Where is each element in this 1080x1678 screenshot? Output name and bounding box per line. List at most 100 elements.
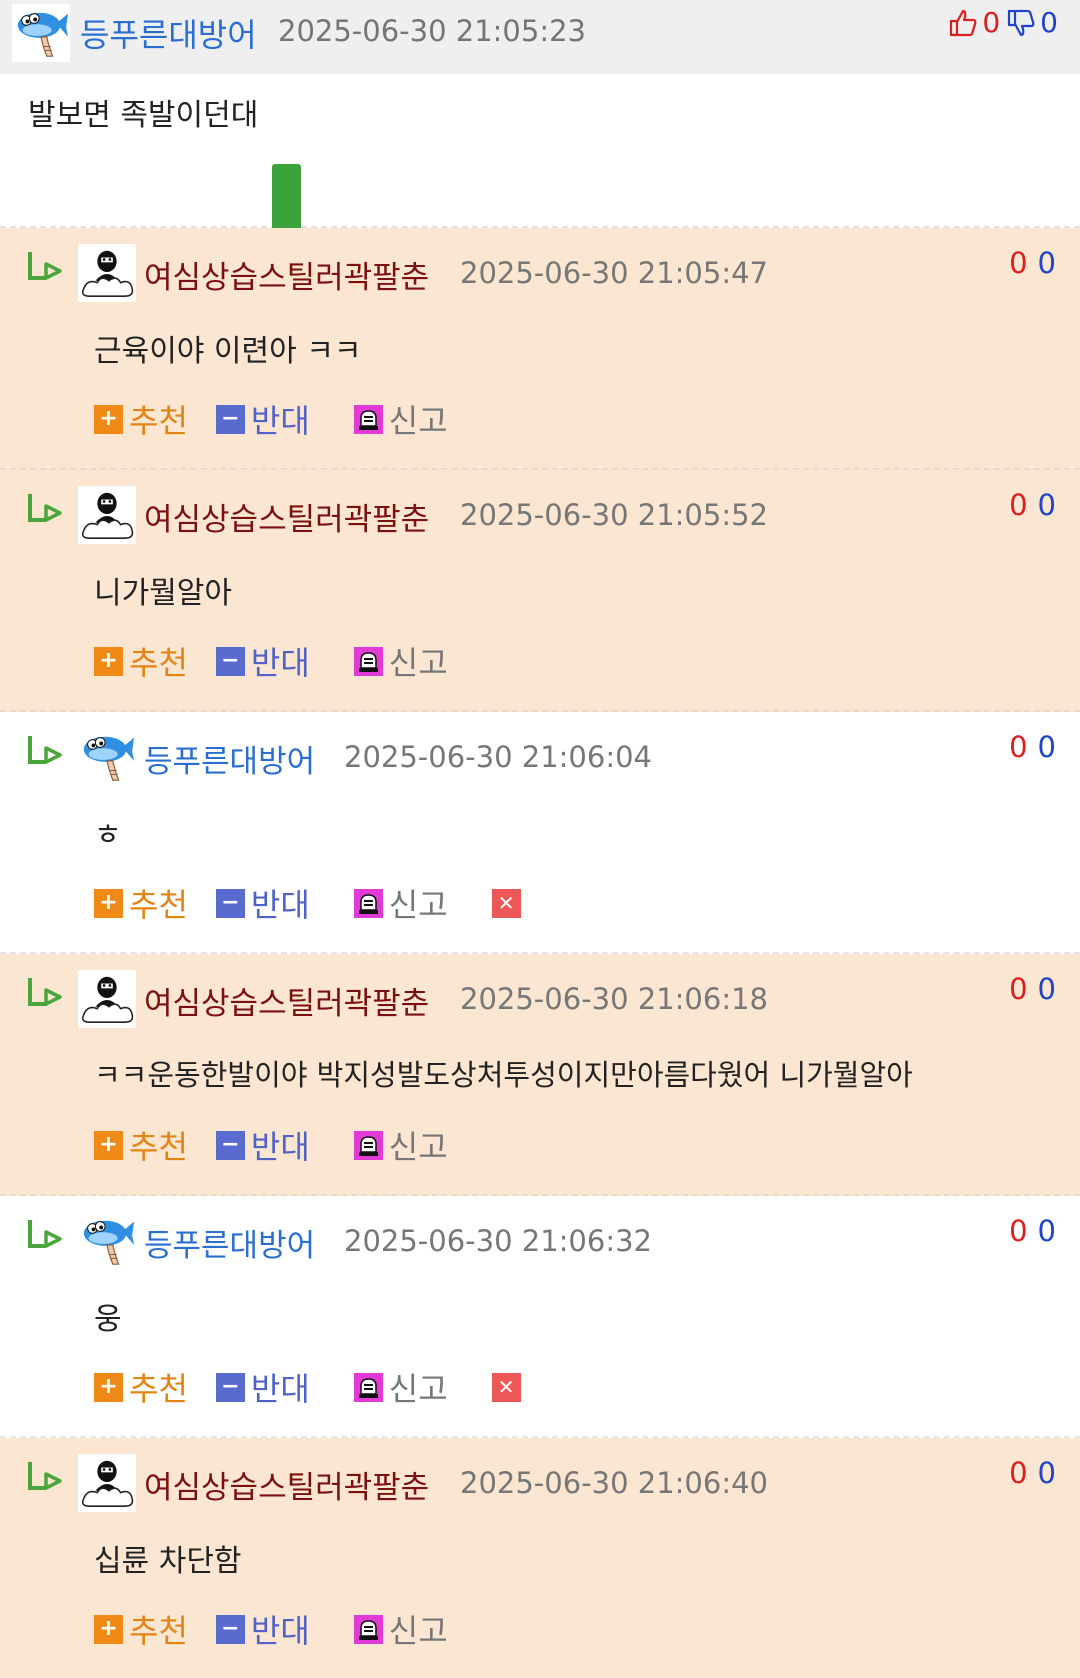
reply-actions: + 추천 − 반대 신고 ✕ [94,1364,527,1410]
reply-down-count[interactable]: 0 [1038,246,1056,280]
reply-down-count[interactable]: 0 [1038,1456,1056,1490]
author-avatar[interactable] [12,4,70,62]
reply-author[interactable]: 여심상습스틸러곽팔춘 [144,978,429,1023]
reply-author[interactable]: 여심상습스틸러곽팔춘 [144,1462,429,1507]
siren-icon [354,647,383,676]
reply-votes: 00 [1005,972,1056,1006]
thumbs-down-icon [1008,9,1035,36]
reply-item: 여심상습스틸러곽팔춘 2025-06-30 21:06:40 00 십륜 차단함… [0,1438,1080,1678]
reply-up-count[interactable]: 0 [1009,246,1027,280]
report-label: 신고 [388,402,448,440]
recommend-button[interactable]: + 추천 [94,1364,188,1410]
report-button[interactable]: 신고 [354,396,448,442]
post-down-count: 0 [1040,6,1058,39]
reply-item: 여심상습스틸러곽팔춘 2025-06-30 21:05:47 00 근육이야 이… [0,228,1080,470]
reply-item: 등푸른대방어 2025-06-30 21:06:32 00 웅 + 추천 − 반대 … [0,1196,1080,1438]
reply-down-count[interactable]: 0 [1038,488,1056,522]
recommend-label: 추천 [129,1612,188,1650]
thumbs-up-icon [950,9,977,36]
reply-author[interactable]: 여심상습스틸러곽팔춘 [144,494,429,539]
report-label: 신고 [388,644,448,682]
reply-up-count[interactable]: 0 [1009,1456,1027,1490]
reply-author[interactable]: 등푸른대방어 [144,736,315,781]
recommend-label: 추천 [129,886,188,924]
author-avatar[interactable] [78,244,136,302]
recommend-button[interactable]: + 추천 [94,638,188,684]
siren-icon [354,405,383,434]
reply-arrow-icon [26,1460,64,1496]
oppose-button[interactable]: − 반대 [215,1122,310,1168]
minus-icon: − [215,1614,245,1644]
reply-arrow-icon [26,976,64,1012]
reply-item: 여심상습스틸러곽팔춘 2025-06-30 21:06:18 00 ㅋㅋ운동한발… [0,954,1080,1196]
reply-arrow-icon [26,734,64,770]
recommend-button[interactable]: + 추천 [94,396,188,442]
oppose-label: 반대 [250,402,310,440]
plus-icon: + [94,1372,123,1402]
reply-actions: + 추천 − 반대 신고 [94,396,448,442]
reply-votes: 00 [1005,246,1056,280]
post-text: 발보면 족발이던대 [28,98,259,133]
reply-up-count[interactable]: 0 [1009,730,1027,764]
delete-button[interactable]: ✕ [491,888,527,918]
reply-actions: + 추천 − 반대 신고 [94,1122,448,1168]
report-button[interactable]: 신고 [354,1364,448,1410]
reply-date: 2025-06-30 21:06:32 [344,1224,652,1258]
reply-down-count[interactable]: 0 [1038,972,1056,1006]
author-avatar[interactable] [78,486,136,544]
reply-down-count[interactable]: 0 [1038,1214,1056,1248]
reply-text: 니가뭘알아 [94,576,232,611]
reply-up-count[interactable]: 0 [1009,972,1027,1006]
minus-icon: − [215,646,245,676]
minus-icon: − [215,404,245,434]
recommend-label: 추천 [129,1370,188,1408]
oppose-button[interactable]: − 반대 [215,638,310,684]
close-icon: ✕ [491,1372,521,1402]
reply-up-count[interactable]: 0 [1009,488,1027,522]
report-label: 신고 [388,1370,448,1408]
post-author[interactable]: 등푸른대방어 [80,10,257,56]
reply-votes: 00 [1005,730,1056,764]
reply-date: 2025-06-30 21:06:18 [460,982,768,1016]
minus-icon: − [215,1372,245,1402]
recommend-button[interactable]: + 추천 [94,1122,188,1168]
siren-icon [354,1373,383,1402]
recommend-button[interactable]: + 추천 [94,880,188,926]
reply-text: ㅋㅋ운동한발이야 박지성발도상처투성이지만아름다웠어 니가뭘알아 [94,1058,913,1092]
post-votes: 0 0 [948,6,1058,39]
oppose-button[interactable]: − 반대 [215,1606,310,1652]
recommend-button[interactable]: + 추천 [94,1606,188,1652]
report-button[interactable]: 신고 [354,638,448,684]
reply-arrow-icon [26,492,64,528]
reply-author[interactable]: 등푸른대방어 [144,1220,315,1265]
report-label: 신고 [388,1612,448,1650]
reply-date: 2025-06-30 21:05:47 [460,256,768,290]
author-avatar[interactable] [78,728,136,786]
report-button[interactable]: 신고 [354,880,448,926]
reply-actions: + 추천 − 반대 신고 ✕ [94,880,527,926]
author-avatar[interactable] [78,1212,136,1270]
post-body: 발보면 족발이던대 + 추천 − 반대 R 답글 신고 ✕ 삭제 [0,74,1080,406]
oppose-button[interactable]: − 반대 [215,396,310,442]
oppose-button[interactable]: − 반대 [215,880,310,926]
oppose-button[interactable]: − 반대 [215,1364,310,1410]
report-button[interactable]: 신고 [354,1606,448,1652]
delete-button[interactable]: ✕ [491,1372,527,1402]
plus-icon: + [94,1614,123,1644]
author-avatar[interactable] [78,970,136,1028]
reply-text: ㅎ [94,818,122,853]
reply-down-count[interactable]: 0 [1038,730,1056,764]
reply-arrow-icon [26,1218,64,1254]
siren-icon [354,889,383,918]
reply-author[interactable]: 여심상습스틸러곽팔춘 [144,252,429,297]
report-button[interactable]: 신고 [354,1122,448,1168]
author-avatar[interactable] [78,1454,136,1512]
reply-votes: 00 [1005,1456,1056,1490]
reply-votes: 00 [1005,1214,1056,1248]
reply-up-count[interactable]: 0 [1009,1214,1027,1248]
plus-icon: + [94,1130,123,1160]
reply-text: 근육이야 이련아 ㅋㅋ [94,334,362,369]
plus-icon: + [94,888,123,918]
report-label: 신고 [388,1128,448,1166]
reply-item: 여심상습스틸러곽팔춘 2025-06-30 21:05:52 00 니가뭘알아 … [0,470,1080,712]
